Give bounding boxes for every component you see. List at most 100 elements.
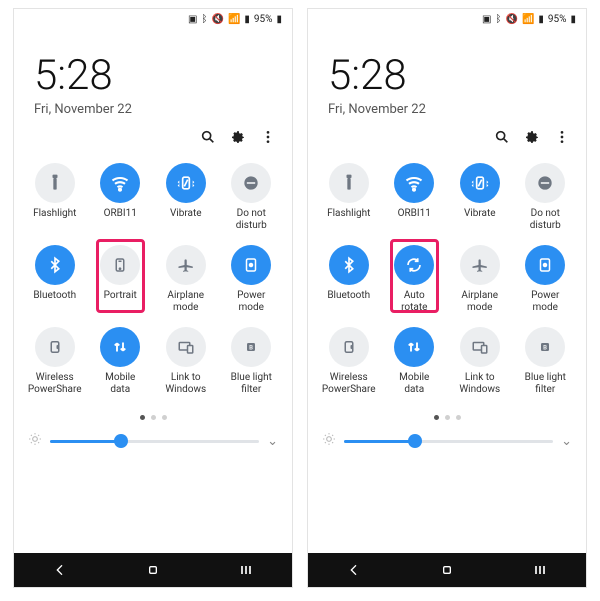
wifi-status-icon: 📶 [228, 14, 240, 25]
recents-button[interactable] [531, 561, 549, 579]
battery-icon: ▮ [570, 14, 576, 25]
tile-bluetooth[interactable]: Bluetooth [318, 243, 380, 315]
tile-linkwin[interactable]: Link to Windows [449, 325, 511, 397]
back-button[interactable] [345, 561, 363, 579]
chevron-down-icon[interactable]: ⌄ [561, 434, 572, 449]
bluetooth-status-icon: ᛒ [201, 14, 207, 25]
home-button[interactable] [438, 561, 456, 579]
nfc-icon: ▣ [188, 14, 197, 25]
date-text: Fri, November 22 [328, 102, 566, 117]
tile-flashlight[interactable]: Flashlight [318, 161, 380, 233]
tile-bluelight[interactable]: B Blue light filter [515, 325, 577, 397]
powershare-icon [35, 327, 75, 367]
mute-icon: 🔇 [505, 14, 517, 25]
tile-wifi[interactable]: ORBI11 [90, 161, 152, 233]
tile-label: Flashlight [327, 208, 370, 230]
more-icon[interactable] [554, 129, 570, 145]
quick-settings-grid: Flashlight ORBI11 Vibrate Do not disturb Blu… [14, 157, 292, 401]
action-row [308, 125, 586, 157]
time-text: 5:28 [328, 51, 566, 100]
search-icon[interactable] [200, 129, 216, 145]
slider-track[interactable] [344, 440, 553, 443]
tile-label: Vibrate [170, 208, 202, 230]
tile-dnd[interactable]: Do not disturb [515, 161, 577, 233]
tile-label: Mobile data [399, 372, 429, 395]
search-icon[interactable] [494, 129, 510, 145]
tile-power[interactable]: Power mode [515, 243, 577, 315]
flashlight-icon [35, 163, 75, 203]
phone-screen: ▣ᛒ🔇📶▮95%▮5:28Fri, November 22FlashlightO… [13, 8, 293, 588]
tile-mobiledata[interactable]: Mobile data [384, 325, 446, 397]
clock-block: 5:28Fri, November 22 [14, 29, 292, 125]
dot [445, 415, 450, 420]
tile-label: Power mode [237, 290, 265, 313]
battery-text: 95% [254, 14, 273, 25]
airplane-icon [460, 245, 500, 285]
battery-icon: ▮ [276, 14, 282, 25]
slider-thumb[interactable] [114, 434, 128, 448]
tile-label: Bluetooth [33, 290, 76, 312]
tile-vibrate[interactable]: Vibrate [155, 161, 217, 233]
tile-powershare[interactable]: Wireless PowerShare [318, 325, 380, 397]
nav-bar [308, 553, 586, 587]
page-indicator[interactable] [308, 401, 586, 426]
bluelight-icon: B [231, 327, 271, 367]
nav-bar [14, 553, 292, 587]
tile-flashlight[interactable]: Flashlight [24, 161, 86, 233]
tile-dnd[interactable]: Do not disturb [221, 161, 283, 233]
tile-bluetooth[interactable]: Bluetooth [24, 243, 86, 315]
mobiledata-icon [100, 327, 140, 367]
gear-icon[interactable] [524, 129, 540, 145]
tile-label: ORBI11 [104, 208, 137, 230]
page-indicator[interactable] [14, 401, 292, 426]
tile-vibrate[interactable]: Vibrate [449, 161, 511, 233]
tile-label: Wireless PowerShare [322, 372, 376, 395]
tile-wifi[interactable]: ORBI11 [384, 161, 446, 233]
tile-label: Portrait [104, 290, 137, 312]
slider-track[interactable] [50, 440, 259, 443]
tile-label: Bluetooth [327, 290, 370, 312]
tile-label: Power mode [531, 290, 559, 313]
rotate-icon [394, 245, 434, 285]
more-icon[interactable] [260, 129, 276, 145]
svg-text:B: B [249, 345, 253, 352]
recents-button[interactable] [237, 561, 255, 579]
tile-rotation[interactable]: Portrait [90, 243, 152, 315]
dot [434, 415, 439, 420]
tile-bluelight[interactable]: BBlue light filter [221, 325, 283, 397]
tile-linkwin[interactable]: Link to Windows [155, 325, 217, 397]
mobiledata-icon [394, 327, 434, 367]
tile-mobiledata[interactable]: Mobile data [90, 325, 152, 397]
linkwin-icon [460, 327, 500, 367]
vibrate-icon [166, 163, 206, 203]
brightness-slider[interactable]: ⌄ [14, 426, 292, 456]
tile-rotation[interactable]: Auto rotate [384, 243, 446, 315]
tile-label: Vibrate [464, 208, 496, 230]
brightness-slider[interactable]: ⌄ [308, 426, 586, 456]
tile-label: Auto rotate [401, 290, 427, 313]
bluetooth-icon [329, 245, 369, 285]
slider-thumb[interactable] [408, 434, 422, 448]
tile-label: Flashlight [33, 208, 76, 230]
flashlight-icon [329, 163, 369, 203]
svg-text:B: B [543, 345, 547, 352]
bluetooth-status-icon: ᛒ [495, 14, 501, 25]
dnd-icon [231, 163, 271, 203]
chevron-down-icon[interactable]: ⌄ [267, 434, 278, 449]
power-icon [231, 245, 271, 285]
tile-powershare[interactable]: Wireless PowerShare [24, 325, 86, 397]
bluelight-icon: B [525, 327, 565, 367]
back-button[interactable] [51, 561, 69, 579]
tile-label: Blue light filter [525, 372, 566, 395]
tile-power[interactable]: Power mode [221, 243, 283, 315]
gear-icon[interactable] [230, 129, 246, 145]
dot [162, 415, 167, 420]
clock-block: 5:28 Fri, November 22 [308, 29, 586, 125]
date-text: Fri, November 22 [34, 102, 272, 117]
dnd-icon [525, 163, 565, 203]
tile-airplane[interactable]: Airplane mode [449, 243, 511, 315]
tile-airplane[interactable]: Airplane mode [155, 243, 217, 315]
vibrate-icon [460, 163, 500, 203]
home-button[interactable] [144, 561, 162, 579]
tile-label: Airplane mode [461, 290, 498, 313]
